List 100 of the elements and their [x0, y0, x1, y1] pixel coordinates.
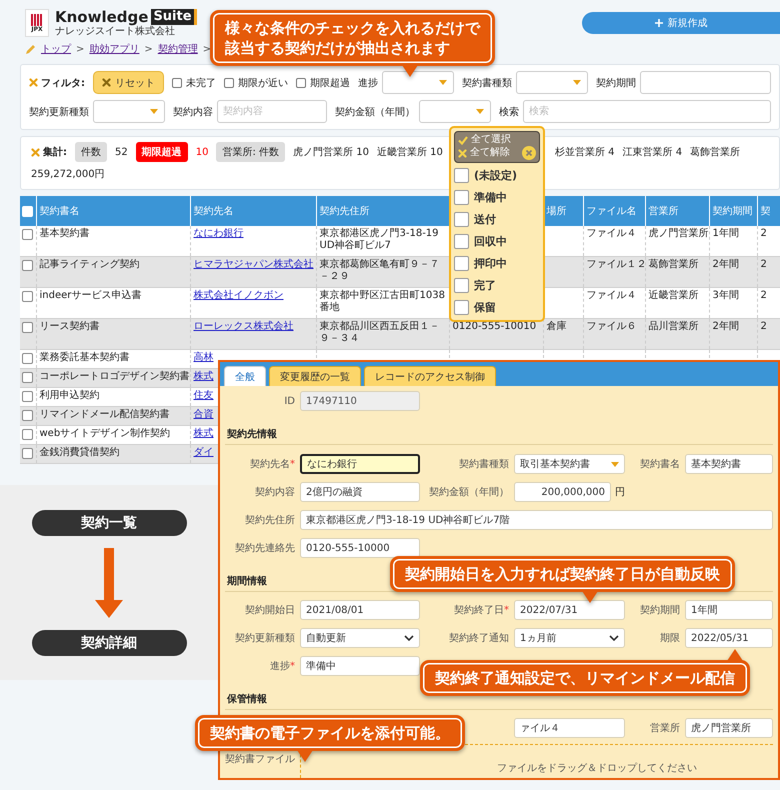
caret-icon: [573, 80, 581, 85]
input-field[interactable]: 検索: [523, 100, 771, 123]
partner-link[interactable]: なにわ銀行: [194, 228, 244, 239]
input-field[interactable]: 東京都港区虎ノ門3-18-19 UD神谷町ビル7階: [300, 510, 773, 530]
down-arrow-icon: [95, 548, 123, 618]
input-field[interactable]: [640, 71, 771, 94]
header-checkbox[interactable]: [22, 206, 33, 216]
select-field[interactable]: [516, 71, 588, 94]
table-cell: リース契約書: [36, 318, 190, 350]
tab[interactable]: レコードのアクセス制御: [364, 366, 496, 386]
select-field[interactable]: 取引基本契約書: [514, 454, 625, 474]
input-field[interactable]: 2022/05/31: [685, 628, 773, 648]
row-checkbox[interactable]: [22, 229, 33, 240]
input-field[interactable]: 準備中: [300, 656, 420, 676]
option-label[interactable]: 準備中: [474, 190, 507, 204]
cross-icon: [31, 148, 40, 156]
table-cell: 倉庫: [543, 318, 583, 350]
option-label[interactable]: 完了: [474, 278, 496, 292]
select-field[interactable]: [93, 100, 165, 123]
option-checkbox[interactable]: [454, 168, 469, 182]
input-field[interactable]: ァイル４: [514, 718, 625, 738]
checkbox[interactable]: [224, 78, 234, 88]
partner-link[interactable]: 株式会社イノクボン: [194, 290, 284, 301]
row-checkbox[interactable]: [22, 429, 33, 440]
partner-link[interactable]: 株式: [194, 371, 214, 382]
option-label[interactable]: 押印中: [474, 256, 507, 270]
breadcrumb-separator: >: [76, 44, 84, 54]
logo-badge: Suite: [151, 9, 197, 25]
table-cell: 東京都品川区西五反田１－９－３４: [316, 318, 449, 350]
option-label[interactable]: 回収中: [474, 234, 507, 248]
breadcrumb-link[interactable]: 契約管理: [158, 42, 198, 56]
option-label[interactable]: 送付: [474, 212, 496, 226]
callout-pointer: [402, 65, 418, 77]
input-field[interactable]: 1年間: [685, 600, 773, 620]
office-count: 虎ノ門営業所 10: [293, 146, 369, 159]
tab[interactable]: 全般: [224, 366, 266, 386]
column-header: 契約期間: [709, 196, 757, 226]
input-field[interactable]: 2022/07/31: [514, 600, 625, 620]
input-field[interactable]: 200,000,000: [514, 482, 611, 502]
input-field[interactable]: 虎ノ門営業所: [685, 718, 773, 738]
partner-link[interactable]: 株式: [194, 428, 214, 439]
field-label: 契約終了日*: [453, 604, 509, 617]
select-field[interactable]: [419, 100, 491, 123]
row-checkbox[interactable]: [22, 291, 33, 302]
field-label: 契約金額（年間）: [335, 106, 415, 118]
table-cell: 2: [757, 318, 780, 350]
cross-icon: [458, 148, 467, 158]
select-field[interactable]: 自動更新: [300, 628, 420, 648]
input-field[interactable]: 基本契約書: [685, 454, 773, 474]
breadcrumb-separator: >: [202, 44, 212, 54]
option-checkbox[interactable]: [454, 278, 469, 292]
breadcrumb-link[interactable]: 助効アプリ: [89, 42, 140, 56]
row-checkbox[interactable]: [22, 322, 33, 333]
partner-link[interactable]: 高林: [194, 352, 214, 363]
input-field[interactable]: 2021/08/01: [300, 600, 420, 620]
check-icon: [458, 136, 468, 144]
row-checkbox[interactable]: [22, 410, 33, 421]
partner-link[interactable]: 住友: [194, 390, 214, 401]
column-header: 営業所: [645, 196, 709, 226]
option-label[interactable]: 保留: [474, 300, 496, 314]
option-checkbox[interactable]: [454, 212, 469, 226]
breadcrumb-link[interactable]: トップ: [41, 42, 71, 56]
option-checkbox[interactable]: [454, 234, 469, 248]
field-label: 契約期間: [639, 604, 680, 617]
tab[interactable]: 変更履歴の一覧: [269, 366, 361, 386]
field-label: 契約書ファイル: [225, 752, 295, 766]
option-checkbox[interactable]: [454, 190, 469, 204]
option-label[interactable]: (未設定): [474, 168, 518, 182]
select-all-button[interactable]: 全て選択: [458, 134, 536, 146]
row-checkbox[interactable]: [22, 391, 33, 402]
option-checkbox[interactable]: [454, 300, 469, 314]
column-header: 場所: [543, 196, 583, 226]
partner-link[interactable]: 合資: [194, 409, 214, 420]
unit-label: 円: [615, 486, 625, 499]
callout-pointer: [297, 750, 313, 762]
row-checkbox[interactable]: [22, 353, 33, 364]
input-field[interactable]: なにわ銀行: [300, 454, 420, 474]
flow-step: 契約詳細: [32, 630, 186, 656]
row-checkbox[interactable]: [22, 448, 33, 459]
row-checkbox[interactable]: [22, 260, 33, 271]
select-field[interactable]: 1ヵ月前: [514, 628, 625, 648]
table-cell: 品川営業所: [645, 318, 709, 350]
checkbox-label: 期限が近い: [238, 76, 288, 90]
table-cell: 葛飾営業所: [645, 256, 709, 288]
input-field[interactable]: 契約内容: [217, 100, 327, 123]
partner-link[interactable]: ダイ: [194, 447, 214, 458]
row-checkbox[interactable]: [22, 372, 33, 383]
reset-button[interactable]: リセット: [93, 71, 164, 94]
clear-all-button[interactable]: 全て解除: [458, 146, 536, 160]
checkbox-label: 未完了: [186, 76, 216, 90]
company-name: ナレッジスイート株式会社: [55, 26, 176, 38]
input-field[interactable]: 0120-555-10000: [300, 538, 420, 558]
input-field[interactable]: 2億円の融資: [300, 482, 420, 502]
field-label: 契約書種類: [462, 76, 512, 90]
checkbox[interactable]: [296, 78, 306, 88]
checkbox[interactable]: [172, 78, 182, 88]
column-header: ファイル名: [583, 196, 645, 226]
select-field[interactable]: [382, 71, 454, 94]
callout-box: 契約書の電子ファイルを添付可能。: [195, 715, 465, 751]
option-checkbox[interactable]: [454, 256, 469, 270]
